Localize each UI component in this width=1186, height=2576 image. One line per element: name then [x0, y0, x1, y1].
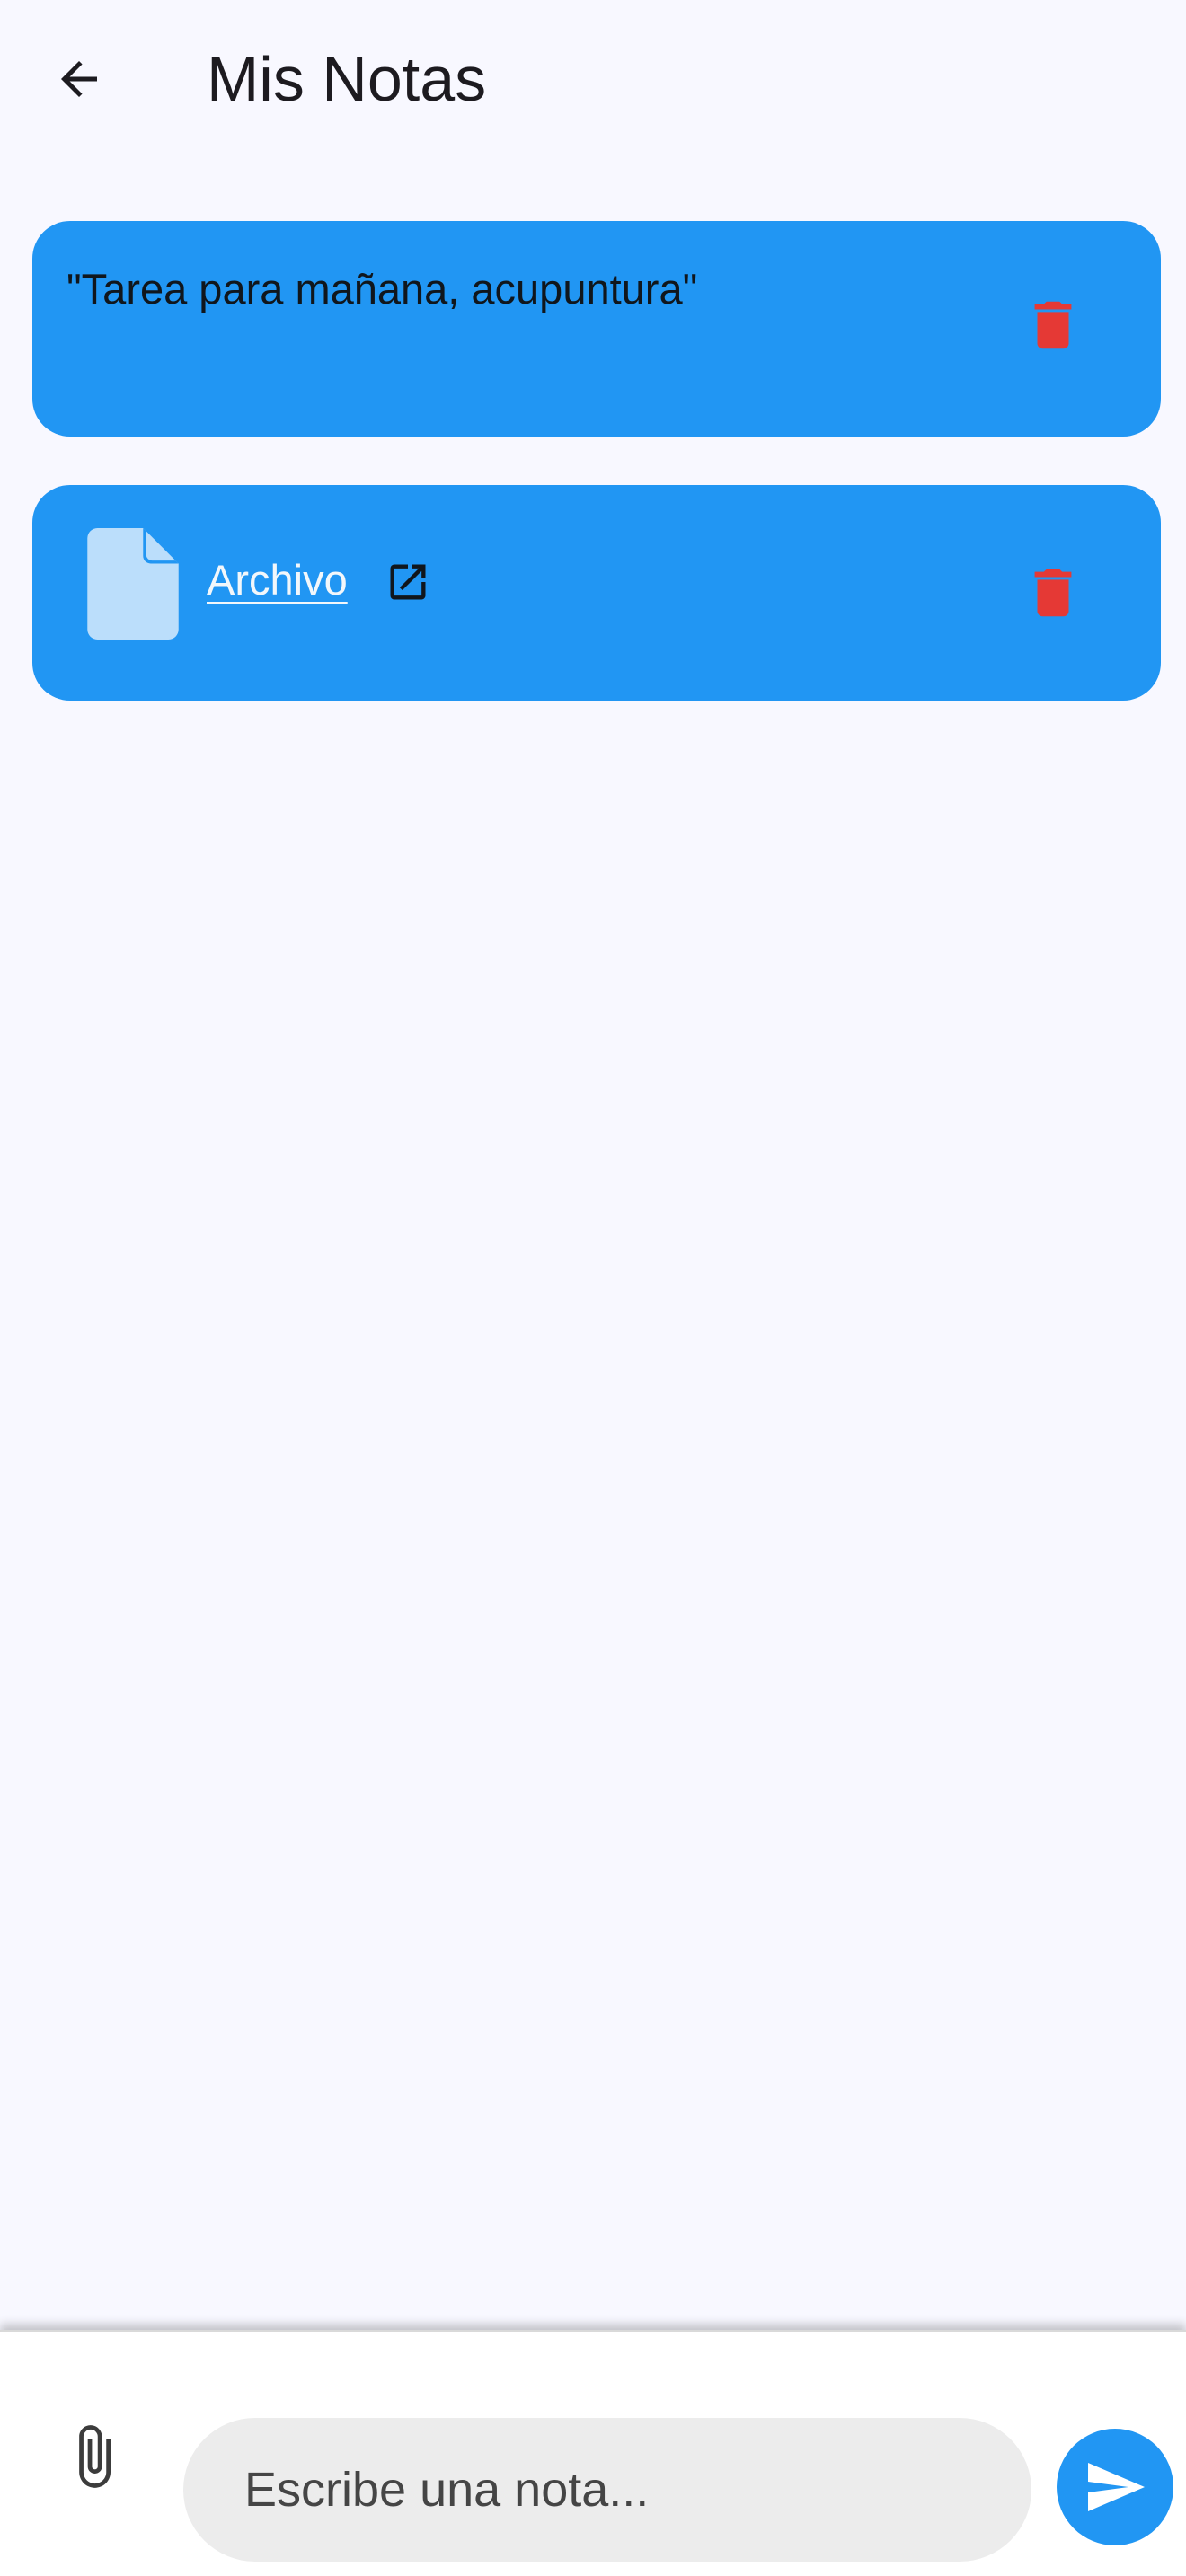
trash-icon	[1034, 301, 1072, 349]
arrow-back-icon	[61, 61, 97, 97]
note-input[interactable]	[183, 2418, 1031, 2562]
send-icon	[1088, 2463, 1145, 2511]
composer-bar	[0, 2330, 1186, 2576]
open-in-new-icon[interactable]	[385, 559, 431, 605]
trash-icon	[1034, 569, 1072, 617]
delete-note-button[interactable]	[1010, 550, 1096, 636]
note-card-file[interactable]: Archivo	[32, 485, 1161, 701]
delete-note-button[interactable]	[1010, 282, 1096, 368]
paperclip-icon	[79, 2425, 111, 2488]
note-text: "Tarea para mañana, acupuntura"	[66, 265, 698, 313]
send-button[interactable]	[1057, 2429, 1173, 2545]
app-bar: Mis Notas	[0, 0, 1186, 158]
file-icon	[87, 528, 179, 640]
file-link[interactable]: Archivo	[207, 555, 348, 604]
page-title: Mis Notas	[207, 44, 487, 114]
note-card-text[interactable]: "Tarea para mañana, acupuntura"	[32, 221, 1161, 437]
notes-screen: Mis Notas "Tarea para mañana, acupuntura…	[0, 0, 1186, 2576]
back-button[interactable]	[40, 40, 119, 119]
attach-button[interactable]	[50, 2407, 137, 2506]
